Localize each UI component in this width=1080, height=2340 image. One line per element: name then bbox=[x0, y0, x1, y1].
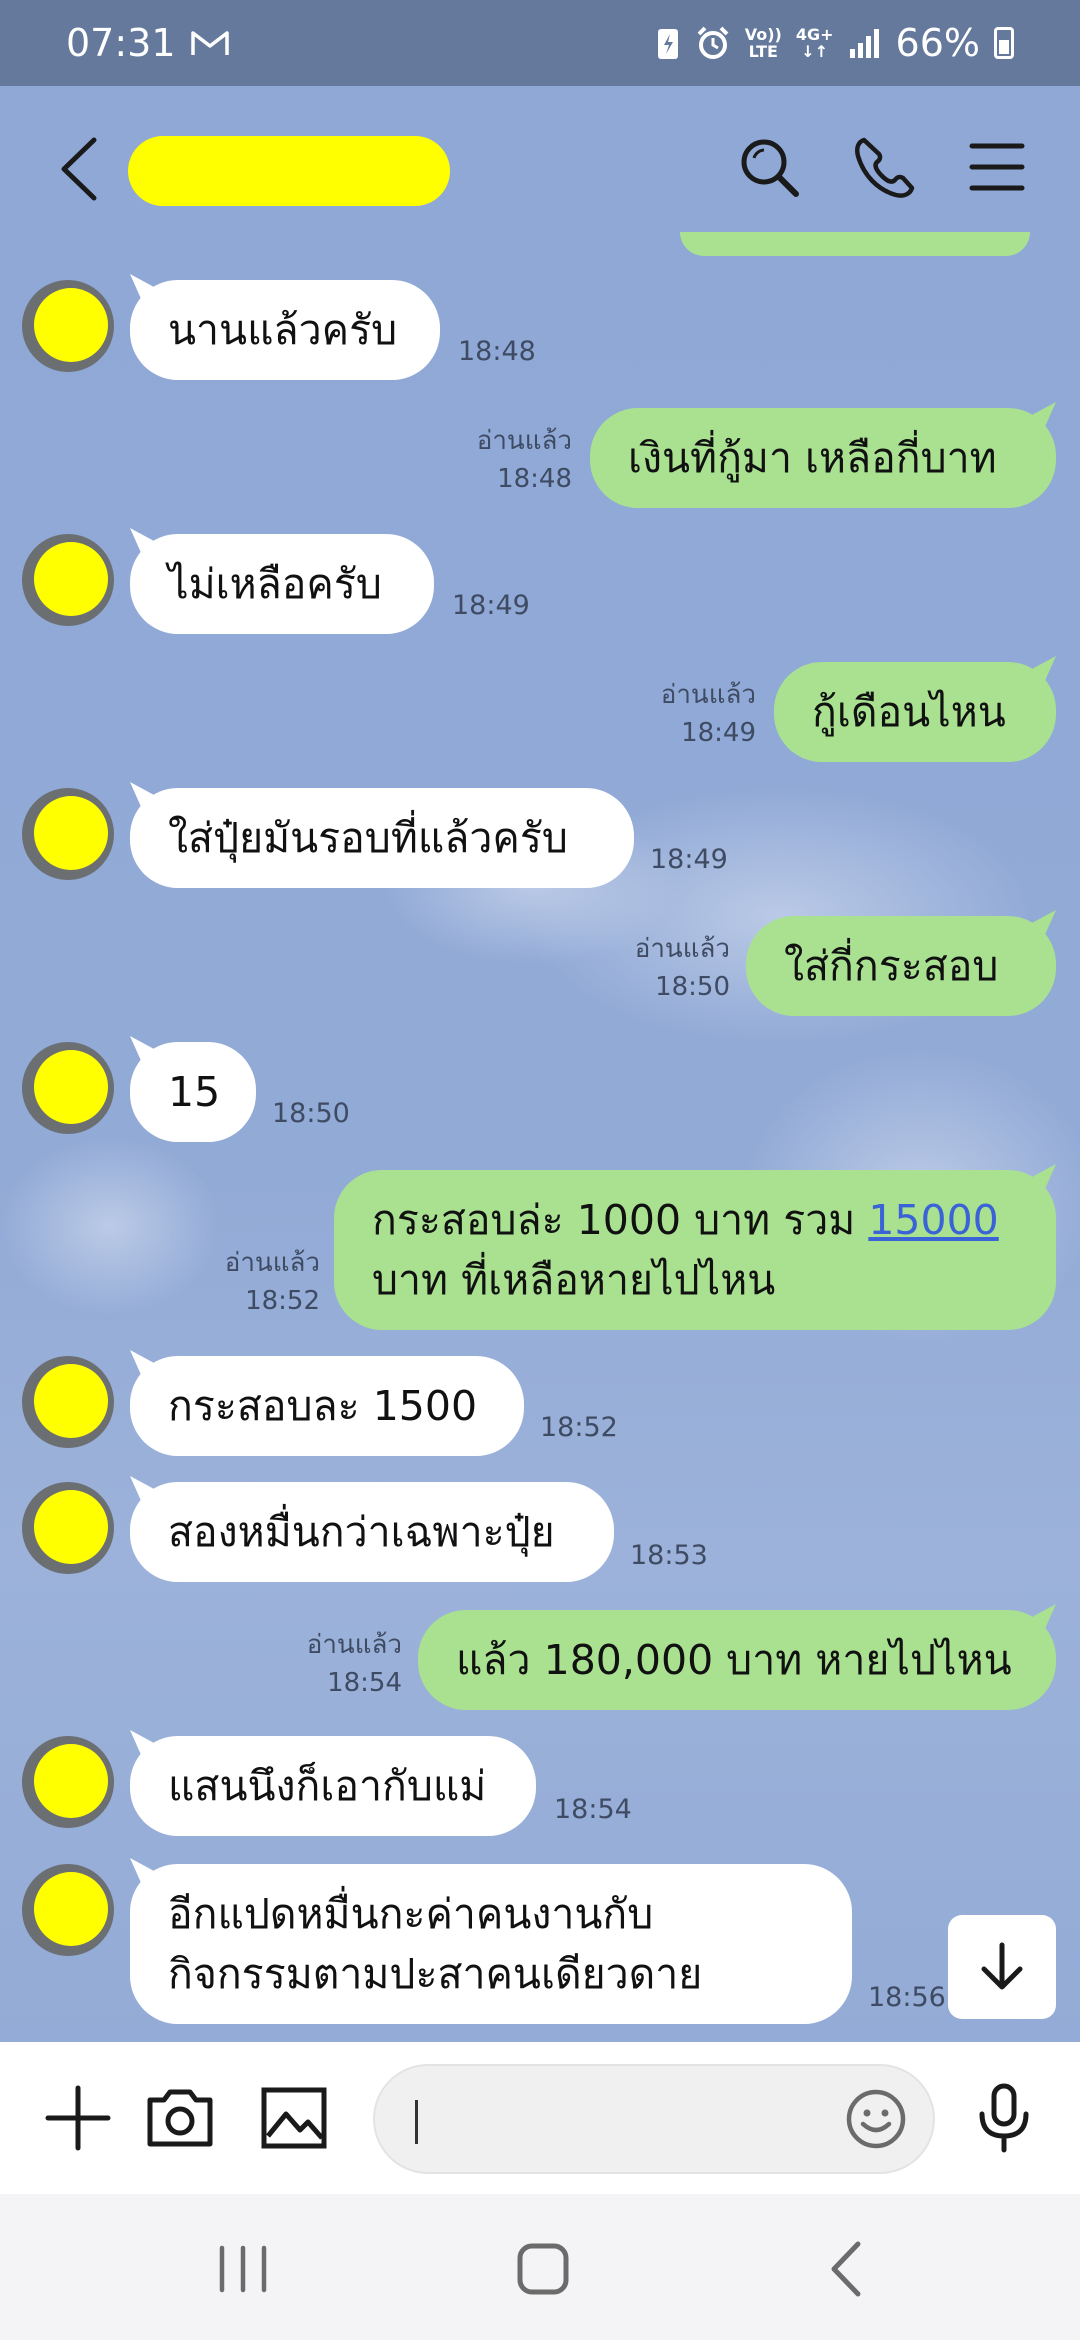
avatar[interactable] bbox=[22, 1864, 114, 1956]
image-icon[interactable] bbox=[256, 2080, 332, 2156]
network-type: 4G+ ↓↑ bbox=[795, 25, 834, 61]
message-time: 18:48 bbox=[497, 464, 572, 494]
avatar[interactable] bbox=[22, 534, 114, 626]
read-receipt: อ่านแล้ว 18:52 bbox=[212, 1244, 320, 1320]
mic-icon[interactable] bbox=[966, 2080, 1042, 2156]
arrow-down-icon bbox=[981, 1942, 1023, 1990]
nav-back-icon[interactable] bbox=[814, 2234, 884, 2304]
message-bubble[interactable]: 15 bbox=[130, 1042, 256, 1142]
signal-icon bbox=[849, 29, 879, 58]
message-bubble[interactable]: นานแล้วครับ bbox=[130, 280, 440, 380]
home-icon[interactable] bbox=[508, 2234, 578, 2304]
system-navigation-bar bbox=[0, 2194, 1080, 2340]
avatar[interactable] bbox=[22, 280, 114, 372]
menu-icon[interactable] bbox=[962, 132, 1032, 202]
scroll-to-bottom-button[interactable] bbox=[948, 1915, 1056, 2019]
message-bubble[interactable]: เงินที่กู้มา เหลือกี่บาท bbox=[590, 408, 1056, 508]
message-bubble[interactable]: กระสอบละ 1500 bbox=[130, 1356, 524, 1456]
text-cursor bbox=[415, 2100, 418, 2144]
status-time: 07:31 bbox=[66, 21, 176, 65]
read-receipt: อ่านแล้ว 18:48 bbox=[462, 422, 572, 498]
message-bubble[interactable]: สองหมื่นกว่าเฉพาะปุ๋ย bbox=[130, 1482, 614, 1582]
message-line: บาท ที่เหลือหายไปไหน bbox=[372, 1256, 776, 1304]
avatar[interactable] bbox=[22, 1482, 114, 1574]
message-time: 18:54 bbox=[327, 1668, 402, 1698]
read-receipt: อ่านแล้ว 18:49 bbox=[644, 676, 756, 752]
message-bubble[interactable]: ใส่กี่กระสอบ bbox=[746, 916, 1056, 1016]
search-icon[interactable] bbox=[734, 132, 804, 202]
message-time: 18:52 bbox=[540, 1412, 618, 1443]
phone-icon[interactable] bbox=[850, 132, 920, 202]
gmail-icon bbox=[190, 31, 229, 55]
message-time: 18:54 bbox=[554, 1794, 632, 1825]
message-line: อีกแปดหมื่นกะค่าคนงานกับ bbox=[168, 1890, 654, 1938]
avatar[interactable] bbox=[22, 1042, 114, 1134]
status-bar: 07:31 Vo)) LTE 4G+ ↓↑ 66% bbox=[0, 0, 1080, 86]
message-time: 18:49 bbox=[681, 718, 756, 748]
message-time: 18:49 bbox=[452, 590, 530, 621]
message-time: 18:56 bbox=[868, 1982, 946, 2013]
partial-outgoing-bubble bbox=[680, 232, 1030, 256]
message-line: กิจกรรมตามปะสาคนเดียวดาย bbox=[168, 1950, 703, 1998]
emoji-icon[interactable] bbox=[845, 2088, 907, 2150]
message-bubble[interactable]: แสนนึงก็เอากับแม่ bbox=[130, 1736, 536, 1836]
contact-name-redacted[interactable] bbox=[128, 136, 450, 206]
message-bubble[interactable]: ไม่เหลือครับ bbox=[130, 534, 434, 634]
message-text-input[interactable] bbox=[373, 2064, 935, 2174]
back-icon[interactable] bbox=[50, 134, 110, 204]
message-bubble[interactable]: กู้เดือนไหน bbox=[774, 662, 1056, 762]
message-line: กระสอบล่ะ 1000 บาท รวม 15000 bbox=[372, 1196, 999, 1244]
message-bubble[interactable]: กระสอบล่ะ 1000 บาท รวม 15000 บาท ที่เหลื… bbox=[334, 1170, 1056, 1330]
message-time: 18:48 bbox=[458, 336, 536, 367]
message-time: 18:50 bbox=[655, 972, 730, 1002]
camera-icon[interactable] bbox=[142, 2080, 218, 2156]
message-time: 18:50 bbox=[272, 1098, 350, 1129]
battery-percent: 66% bbox=[895, 21, 980, 65]
plus-icon[interactable] bbox=[40, 2080, 116, 2156]
avatar[interactable] bbox=[22, 1356, 114, 1448]
message-time: 18:53 bbox=[630, 1540, 708, 1571]
read-receipt: อ่านแล้ว 18:54 bbox=[290, 1626, 402, 1702]
message-time: 18:52 bbox=[245, 1286, 320, 1316]
message-bubble[interactable]: อีกแปดหมื่นกะค่าคนงานกับ กิจกรรมตามปะสาค… bbox=[130, 1864, 852, 2024]
message-bubble[interactable]: ใส่ปุ๋ยมันรอบที่แล้วครับ bbox=[130, 788, 634, 888]
recent-apps-icon[interactable] bbox=[208, 2234, 278, 2304]
avatar[interactable] bbox=[22, 1736, 114, 1828]
battery-saver-icon bbox=[657, 29, 678, 59]
message-bubble[interactable]: แล้ว 180,000 บาท หายไปไหน bbox=[418, 1610, 1056, 1710]
message-time: 18:49 bbox=[650, 844, 728, 875]
phone-number-link[interactable]: 15000 bbox=[868, 1196, 998, 1244]
chat-header bbox=[0, 86, 1080, 251]
read-receipt: อ่านแล้ว 18:50 bbox=[616, 930, 730, 1006]
battery-icon bbox=[994, 27, 1014, 59]
message-input-bar bbox=[0, 2042, 1080, 2194]
alarm-icon bbox=[697, 26, 729, 59]
volte-indicator: Vo)) LTE bbox=[744, 25, 782, 61]
avatar[interactable] bbox=[22, 788, 114, 880]
